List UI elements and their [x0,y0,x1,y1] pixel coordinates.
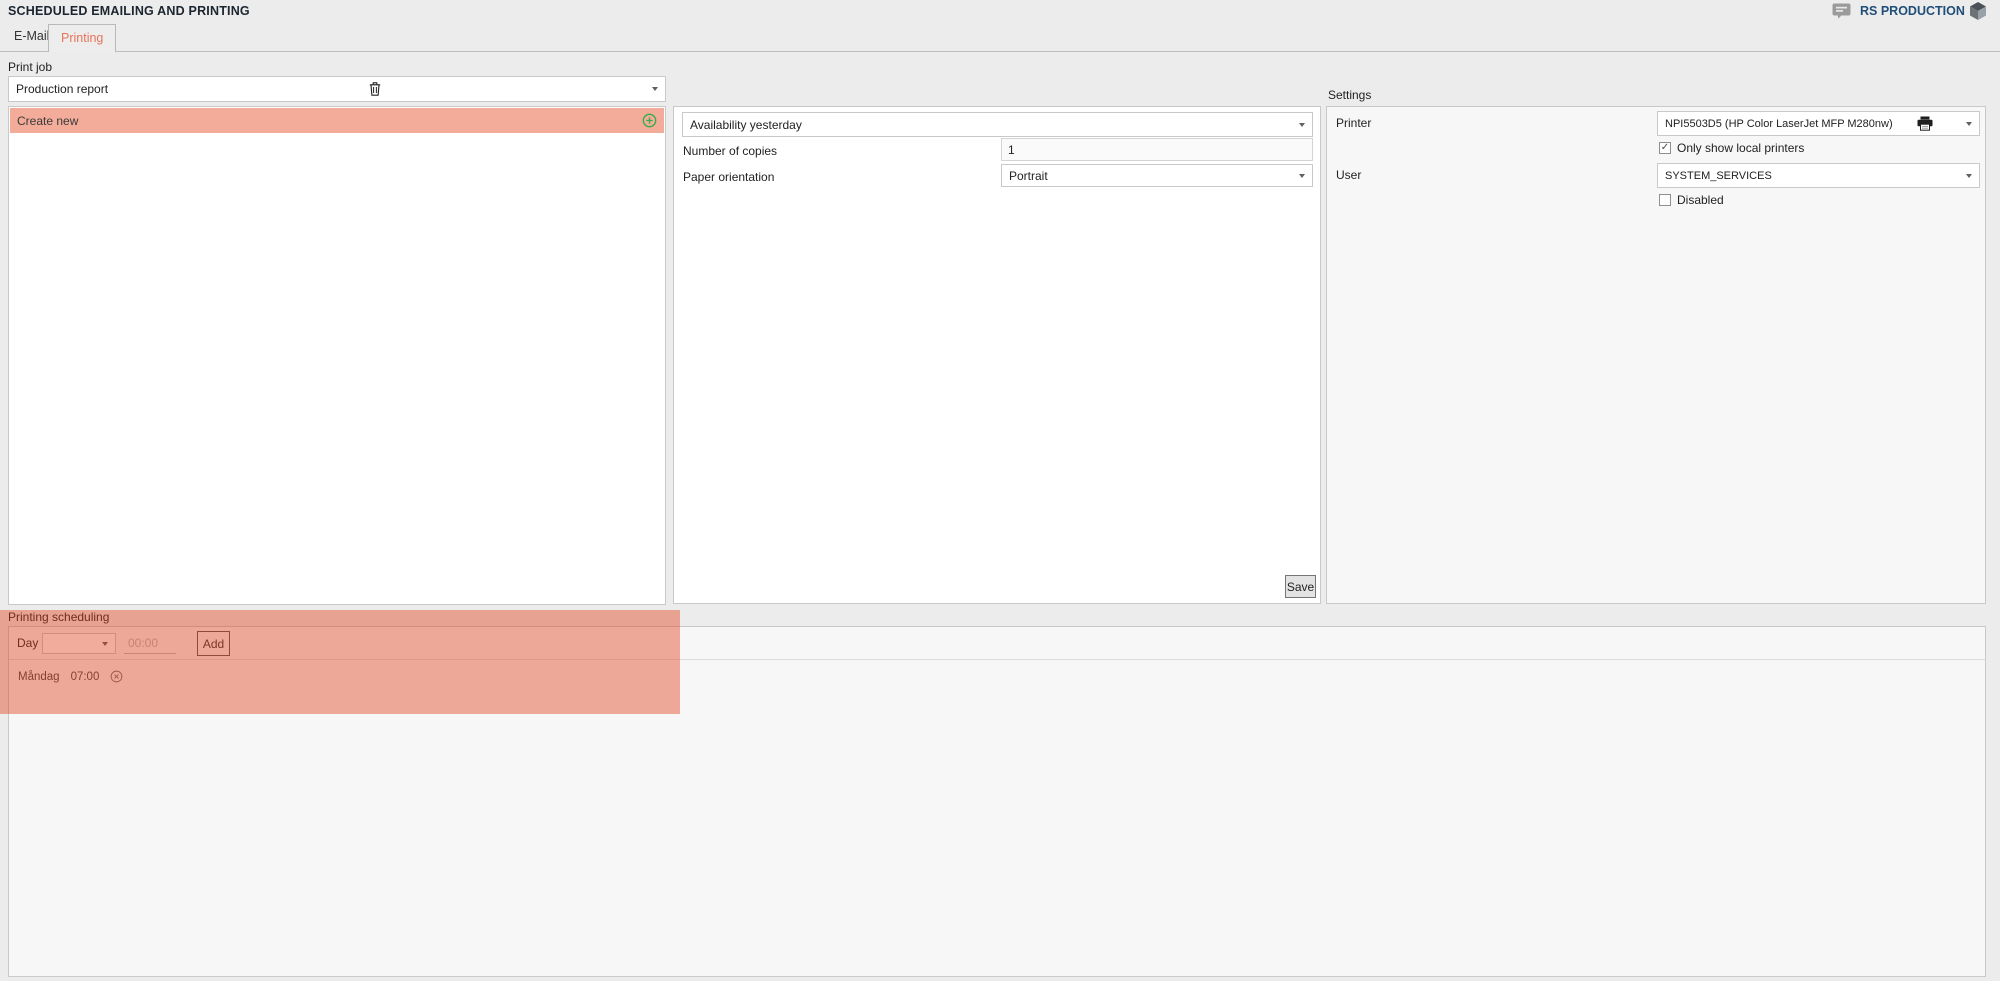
print-job-select[interactable]: Production report [8,76,666,102]
disabled-checkbox[interactable] [1659,194,1671,206]
time-input[interactable] [124,633,176,654]
save-button[interactable]: Save [1285,575,1316,598]
chat-icon[interactable] [1832,3,1851,24]
create-new-row[interactable]: Create new [10,108,664,133]
printer-label: Printer [1336,111,1371,136]
print-job-label: Print job [8,60,52,74]
print-job-list-panel: Create new [8,106,666,605]
user-label: User [1336,163,1361,188]
printer-select[interactable]: NPI5503D5 (HP Color LaserJet MFP M280nw) [1657,111,1980,136]
settings-panel: Printer NPI5503D5 (HP Color LaserJet MFP… [1326,106,1986,604]
printer-dropdown-arrow-icon [1966,122,1972,126]
only-local-printers-label: Only show local printers [1677,141,1804,155]
schedule-add-row: Day Add [9,627,1985,660]
settings-title: Settings [1328,88,1371,102]
report-type-value: Availability yesterday [690,118,802,132]
copies-input[interactable] [1001,138,1313,161]
schedule-entry: Måndag 07:00 [18,670,123,683]
copies-label: Number of copies [683,140,777,163]
brand-name: RS PRODUCTION [1860,0,1965,22]
user-value: SYSTEM_SERVICES [1665,170,1772,182]
report-type-dropdown-arrow-icon [1299,123,1305,127]
delete-print-job-icon[interactable] [369,82,381,96]
printing-scheduling-title: Printing scheduling [8,610,109,624]
user-dropdown-arrow-icon [1966,174,1972,178]
tab-divider [0,51,2000,52]
add-print-job-icon[interactable] [642,113,657,128]
only-local-printers-checkbox[interactable]: ✓ [1659,142,1671,154]
print-job-selected-value: Production report [16,82,108,96]
day-dropdown-arrow-icon [102,642,108,646]
only-local-printers-row[interactable]: ✓ Only show local printers [1659,141,1804,155]
printing-scheduling-panel: Day Add Måndag 07:00 [8,626,1986,977]
schedule-entry-time: 07:00 [71,671,100,683]
cube-logo-icon [1968,1,1988,26]
day-label: Day [17,627,38,660]
disabled-label: Disabled [1677,193,1724,207]
add-schedule-button[interactable]: Add [197,631,230,656]
user-select[interactable]: SYSTEM_SERVICES [1657,163,1980,188]
tab-printing[interactable]: Printing [48,24,116,52]
report-type-select[interactable]: Availability yesterday [682,112,1313,137]
remove-schedule-entry-icon[interactable] [110,670,123,683]
schedule-entry-day: Måndag [18,671,60,683]
disabled-row[interactable]: Disabled [1659,193,1724,207]
orientation-value: Portrait [1009,169,1048,183]
printer-icon [1917,116,1933,131]
print-job-dropdown-arrow-icon[interactable] [652,87,658,91]
job-config-panel: Availability yesterday Number of copies … [673,106,1321,604]
orientation-dropdown-arrow-icon [1299,174,1305,178]
orientation-select[interactable]: Portrait [1001,164,1313,187]
printer-value: NPI5503D5 (HP Color LaserJet MFP M280nw) [1665,118,1893,130]
day-select[interactable] [42,633,116,654]
page-title: SCHEDULED EMAILING AND PRINTING [8,0,250,22]
create-new-label: Create new [17,114,78,128]
app-window: SCHEDULED EMAILING AND PRINTING RS PRODU… [0,0,2000,981]
orientation-label: Paper orientation [683,166,774,189]
